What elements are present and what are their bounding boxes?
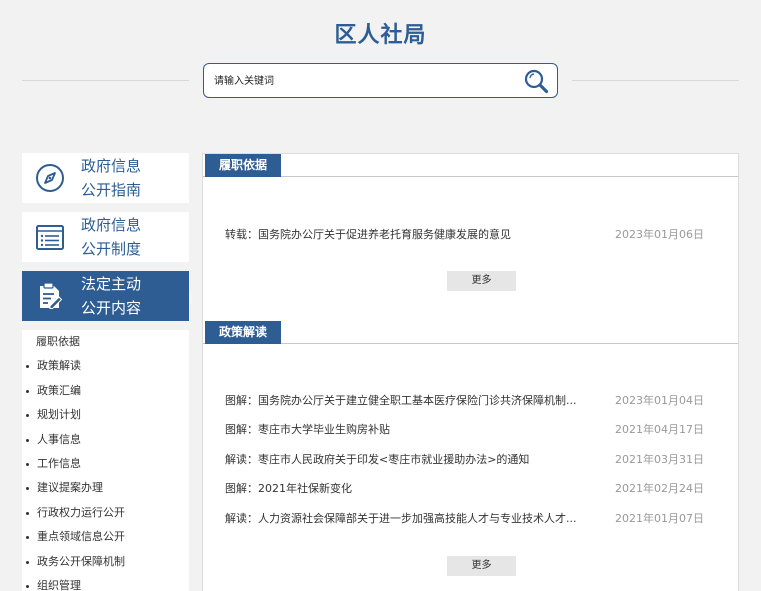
tab-policy[interactable]: 政策解读 bbox=[205, 321, 282, 344]
submenu-item-label: 政策解读 bbox=[37, 359, 81, 373]
bullet-icon bbox=[26, 365, 29, 369]
bullet-icon bbox=[26, 462, 29, 466]
search-icon[interactable] bbox=[523, 68, 549, 94]
submenu-item[interactable]: 工作信息 bbox=[22, 452, 189, 476]
sidebar-submenu: 履职依据 政策解读 政策汇编 规划计划 人事信息 工作信息 建议提案办理 行政权… bbox=[22, 330, 189, 591]
news-date: 2021年03月31日 bbox=[615, 453, 704, 466]
submenu-item-label: 建议提案办理 bbox=[37, 481, 103, 495]
news-item[interactable]: 图解：2021年社保新变化 2021年02月24日 bbox=[225, 480, 704, 498]
sidebar-card-line2: 公开指南 bbox=[81, 181, 142, 199]
sidebar-card-label: 法定主动 公开内容 bbox=[81, 272, 181, 320]
sidebar-card-line2: 公开内容 bbox=[81, 299, 142, 317]
submenu-item-label: 组织管理 bbox=[37, 578, 81, 591]
submenu-item-label: 行政权力运行公开 bbox=[37, 505, 125, 519]
submenu-item[interactable]: 政务公开保障机制 bbox=[22, 550, 189, 574]
submenu-item-label: 重点领域信息公开 bbox=[37, 530, 125, 544]
list-document-icon bbox=[36, 225, 64, 250]
submenu-item[interactable]: 政策解读 bbox=[22, 354, 189, 378]
bullet-icon bbox=[26, 536, 29, 540]
section-header-duties: 履职依据 bbox=[203, 154, 738, 177]
submenu-item-label: 履职依据 bbox=[36, 335, 80, 348]
bullet-icon bbox=[26, 511, 29, 515]
search-box bbox=[203, 63, 558, 98]
sidebar-card-line2: 公开制度 bbox=[81, 240, 142, 258]
submenu-item[interactable]: 履职依据 bbox=[22, 330, 189, 354]
news-title[interactable]: 转载：国务院办公厅关于促进养老托育服务健康发展的意见 bbox=[225, 226, 585, 244]
news-title[interactable]: 图解：国务院办公厅关于建立健全职工基本医疗保险门诊共济保障机制... bbox=[225, 392, 585, 410]
divider-right bbox=[572, 80, 739, 81]
submenu-item[interactable]: 建议提案办理 bbox=[22, 476, 189, 500]
news-date: 2021年02月24日 bbox=[615, 482, 704, 495]
submenu-item[interactable]: 行政权力运行公开 bbox=[22, 501, 189, 525]
sidebar-card-label: 政府信息 公开制度 bbox=[81, 213, 181, 261]
news-title[interactable]: 图解：2021年社保新变化 bbox=[225, 480, 585, 498]
news-item[interactable]: 图解：国务院办公厅关于建立健全职工基本医疗保险门诊共济保障机制... 2023年… bbox=[225, 392, 704, 410]
submenu-item[interactable]: 重点领域信息公开 bbox=[22, 525, 189, 549]
edit-document-icon bbox=[40, 282, 63, 309]
submenu-item-label: 政务公开保障机制 bbox=[37, 554, 125, 568]
submenu-item-label: 人事信息 bbox=[37, 432, 81, 446]
sidebar-card-active-content[interactable]: 法定主动 公开内容 bbox=[22, 271, 191, 321]
sidebar-card-line1: 政府信息 bbox=[81, 216, 142, 234]
news-title[interactable]: 解读：枣庄市人民政府关于印发<枣庄市就业援助办法>的通知 bbox=[225, 451, 585, 469]
bullet-icon bbox=[26, 438, 29, 442]
main-content-panel: 履职依据 转载：国务院办公厅关于促进养老托育服务健康发展的意见 2023年01月… bbox=[202, 153, 739, 591]
submenu-item[interactable]: 组织管理 bbox=[22, 574, 189, 591]
submenu-item[interactable]: 规划计划 bbox=[22, 403, 189, 427]
news-item[interactable]: 图解：枣庄市大学毕业生购房补贴 2021年04月17日 bbox=[225, 421, 704, 439]
news-item[interactable]: 解读：人力资源社会保障部关于进一步加强高技能人才与专业技术人才... 2021年… bbox=[225, 510, 704, 528]
submenu-item-label: 政策汇编 bbox=[37, 383, 81, 397]
news-date: 2021年04月17日 bbox=[615, 423, 704, 436]
divider-left bbox=[22, 80, 189, 81]
bullet-icon bbox=[26, 414, 29, 418]
bullet-icon bbox=[26, 584, 29, 588]
news-item[interactable]: 解读：枣庄市人民政府关于印发<枣庄市就业援助办法>的通知 2021年03月31日 bbox=[225, 451, 704, 469]
bullet-icon bbox=[26, 560, 29, 564]
news-date: 2023年01月06日 bbox=[615, 228, 704, 241]
submenu-item-label: 规划计划 bbox=[37, 408, 81, 422]
sidebar-card-guide[interactable]: 政府信息 公开指南 bbox=[22, 153, 189, 203]
search-input[interactable] bbox=[214, 72, 504, 90]
more-button-duties[interactable]: 更多 bbox=[447, 271, 516, 291]
active-indicator bbox=[190, 293, 191, 303]
submenu-item-label: 工作信息 bbox=[37, 456, 81, 470]
compass-icon bbox=[36, 164, 64, 192]
news-item[interactable]: 转载：国务院办公厅关于促进养老托育服务健康发展的意见 2023年01月06日 bbox=[225, 226, 704, 244]
submenu-item[interactable]: 人事信息 bbox=[22, 428, 189, 452]
tab-duties[interactable]: 履职依据 bbox=[205, 154, 282, 177]
news-title[interactable]: 解读：人力资源社会保障部关于进一步加强高技能人才与专业技术人才... bbox=[225, 510, 585, 528]
section-header-policy: 政策解读 bbox=[203, 321, 738, 344]
news-date: 2023年01月04日 bbox=[615, 394, 704, 407]
more-button-policy[interactable]: 更多 bbox=[447, 556, 516, 576]
sidebar-card-line1: 法定主动 bbox=[81, 275, 142, 293]
bullet-icon bbox=[26, 389, 29, 393]
sidebar-card-label: 政府信息 公开指南 bbox=[81, 154, 181, 202]
news-date: 2021年01月07日 bbox=[615, 512, 704, 525]
sidebar-card-system[interactable]: 政府信息 公开制度 bbox=[22, 212, 189, 262]
bullet-icon bbox=[26, 487, 29, 491]
submenu-item[interactable]: 政策汇编 bbox=[22, 379, 189, 403]
sidebar-card-line1: 政府信息 bbox=[81, 157, 142, 175]
page-title: 区人社局 bbox=[334, 23, 427, 48]
news-title[interactable]: 图解：枣庄市大学毕业生购房补贴 bbox=[225, 421, 585, 439]
